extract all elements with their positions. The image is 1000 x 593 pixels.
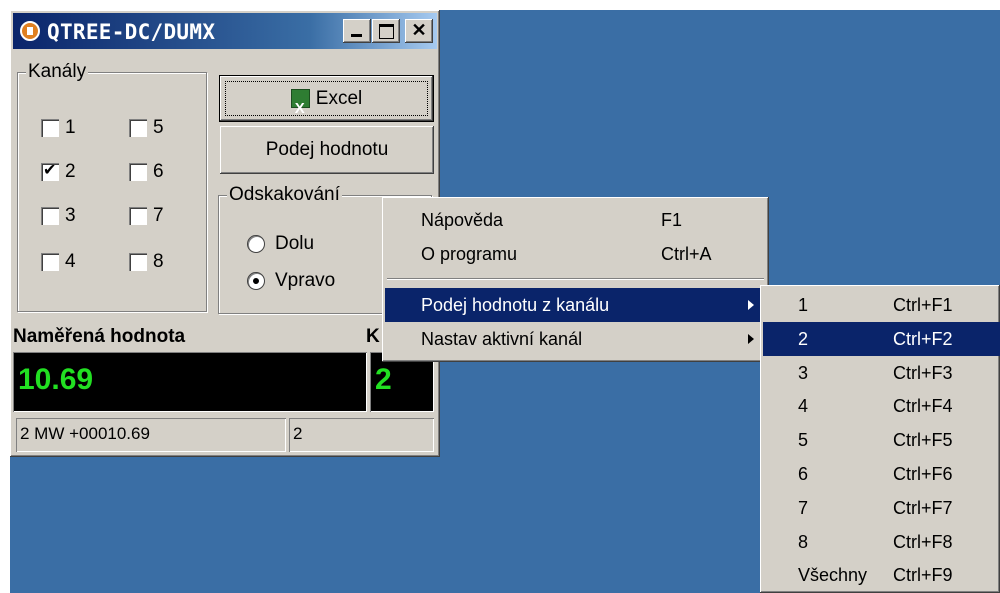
menu-item-label: Všechny [798,565,868,585]
checkbox-label: 3 [65,205,76,226]
menu-item-label: 8 [798,532,809,552]
close-button[interactable]: ✕ [405,19,433,43]
measured-value-label: Naměřená hodnota [13,326,186,347]
submenu-arrow-icon [748,300,754,310]
podej-hodnotu-button[interactable]: Podej hodnotu [220,126,434,174]
checkbox-label: 8 [153,251,164,272]
radio-label: Dolu [275,233,315,254]
status-raw-reading: 2 MW +00010.69 [16,418,286,452]
submenu-channels: 1 Ctrl+F1 2 Ctrl+F2 3 Ctrl+F3 4 Ctrl+F4 … [760,285,1000,593]
menu-item-podej-hodnotu-z-kanalu[interactable]: Podej hodnotu z kanálu [385,288,766,322]
menu-item-o-programu[interactable]: O programu Ctrl+A [385,237,766,271]
checkbox-box[interactable] [129,207,147,225]
channel-label: K [366,326,380,347]
menu-item-label: 4 [798,396,809,416]
submenu-item-4[interactable]: 4 Ctrl+F4 [763,389,1000,423]
submenu-item-3[interactable]: 3 Ctrl+F3 [763,356,1000,390]
checkbox-label: 4 [65,251,76,272]
radio-circle[interactable] [247,272,265,290]
menu-item-shortcut: Ctrl+F1 [893,295,953,315]
context-menu: Nápověda F1 O programu Ctrl+A Podej hodn… [382,197,769,362]
checkbox-box[interactable] [129,119,147,137]
menu-item-nastav-aktivni-kanal[interactable]: Nastav aktivní kanál [385,322,766,356]
submenu-item-vsechny[interactable]: Všechny Ctrl+F9 [763,558,1000,592]
menu-item-label: Nastav aktivní kanál [421,329,583,349]
menu-item-shortcut: F1 [661,210,683,230]
menu-item-label: 1 [798,295,809,315]
menu-item-shortcut: Ctrl+F2 [893,329,953,349]
title-bar[interactable]: QTREE-DC/DUMX ✕ [13,13,437,49]
menu-item-shortcut: Ctrl+A [661,244,712,264]
menu-item-napoveda[interactable]: Nápověda F1 [385,203,766,237]
checkbox-box[interactable] [41,160,59,181]
menu-item-label: Nápověda [421,210,504,230]
menu-item-shortcut: Ctrl+F6 [893,464,953,484]
menu-item-label: 2 [798,329,809,349]
menu-item-label: 6 [798,464,809,484]
checkbox-label: 6 [153,161,164,182]
channels-group: Kanály 1 2 3 4 5 6 7 8 [17,61,207,312]
excel-icon [290,86,310,131]
menu-item-shortcut: Ctrl+F3 [893,363,953,383]
checkbox-box[interactable] [41,253,59,271]
submenu-item-7[interactable]: 7 Ctrl+F7 [763,491,1000,525]
measured-value-display: 10.69 [13,352,367,412]
radio-circle[interactable] [247,235,265,253]
minimize-button[interactable] [343,19,371,43]
channels-group-label: Kanály [26,61,89,83]
menu-item-label: Podej hodnotu z kanálu [421,295,610,315]
window-title: QTREE-DC/DUMX [47,20,216,44]
checkbox-label: 7 [153,205,164,226]
checkbox-box[interactable] [129,163,147,181]
checkbox-label: 5 [153,117,164,138]
checkbox-label: 2 [65,161,76,182]
menu-item-shortcut: Ctrl+F9 [893,565,953,585]
app-icon[interactable] [20,21,40,41]
menu-item-shortcut: Ctrl+F8 [893,532,953,552]
excel-button[interactable]: Excel [219,75,434,131]
focus-rectangle [225,81,428,116]
submenu-item-2[interactable]: 2 Ctrl+F2 [763,322,1000,356]
odskakovani-group-label: Odskakování [227,184,342,206]
submenu-item-5[interactable]: 5 Ctrl+F5 [763,423,1000,457]
maximize-button[interactable] [372,19,400,43]
checkbox-box[interactable] [41,119,59,137]
checkbox-box[interactable] [129,253,147,271]
submenu-item-6[interactable]: 6 Ctrl+F6 [763,457,1000,491]
menu-item-label: O programu [421,244,518,264]
menu-item-shortcut: Ctrl+F4 [893,396,953,416]
submenu-arrow-icon [748,334,754,344]
menu-item-shortcut: Ctrl+F5 [893,430,953,450]
menu-item-label: 5 [798,430,809,450]
submenu-item-8[interactable]: 8 Ctrl+F8 [763,525,1000,559]
checkbox-box[interactable] [41,207,59,225]
radio-label: Vpravo [275,270,336,291]
menu-separator [387,278,764,280]
submenu-item-1[interactable]: 1 Ctrl+F1 [763,288,1000,322]
menu-item-label: 7 [798,498,809,518]
menu-item-label: 3 [798,363,809,383]
menu-item-shortcut: Ctrl+F7 [893,498,953,518]
checkbox-label: 1 [65,117,76,138]
status-channel: 2 [289,418,434,452]
